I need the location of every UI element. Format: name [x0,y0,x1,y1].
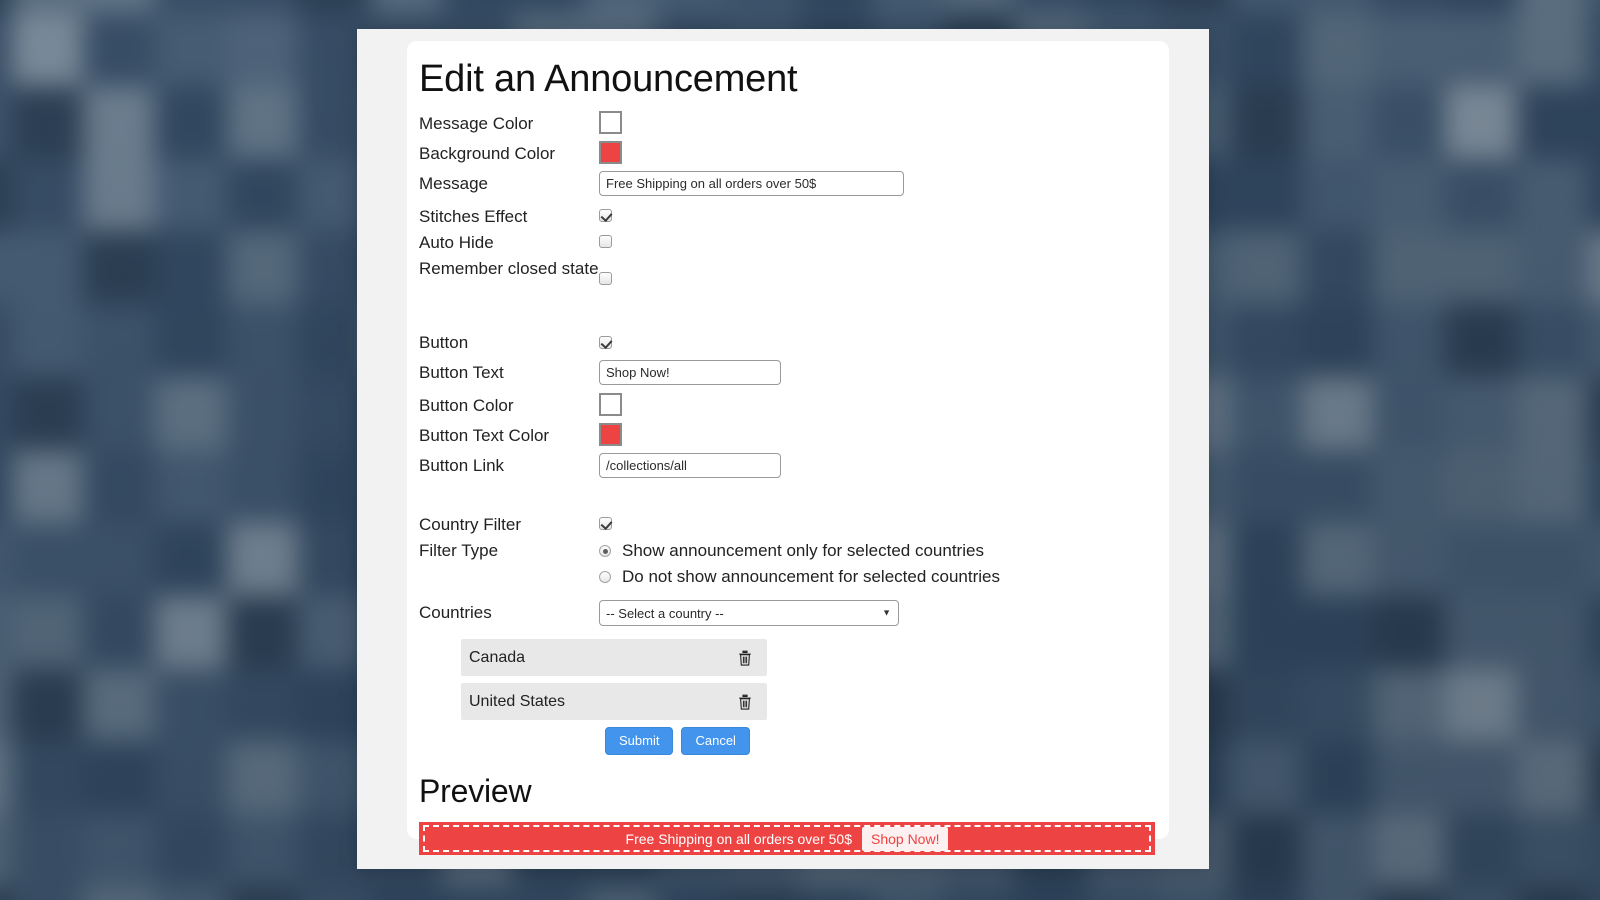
country-name: Canada [469,649,737,667]
field-row-message: Message [419,171,1167,204]
label-message-color: Message Color [419,111,599,136]
field-row-button-text: Button Text [419,360,1167,393]
button-color-swatch[interactable] [599,393,622,416]
preview-shop-now-button[interactable]: Shop Now! [862,827,948,851]
label-button-text: Button Text [419,360,599,385]
country-filter-checkbox[interactable] [599,517,612,530]
country-select[interactable]: -- Select a country -- ▼ [599,600,899,626]
field-row-button-text-color: Button Text Color [419,423,1167,453]
label-remember-closed-state: Remember closed state [419,256,599,281]
filter-type-radio-include[interactable] [599,545,611,557]
label-button-color: Button Color [419,393,599,418]
trash-icon[interactable] [737,649,753,667]
announcement-edit-card: Edit an Announcement Message Color Backg… [407,41,1169,839]
form-action-buttons: Submit Cancel [605,727,1167,755]
field-row-auto-hide: Auto Hide [419,230,1167,256]
label-countries: Countries [419,600,599,625]
button-enabled-checkbox[interactable] [599,336,612,349]
announcement-form: Message Color Background Color Message S… [419,111,1167,855]
label-stitches-effect: Stitches Effect [419,204,599,229]
label-button-text-color: Button Text Color [419,423,599,448]
filter-type-label-include: Show announcement only for selected coun… [622,540,984,562]
button-text-input[interactable] [599,360,781,385]
field-row-button-link: Button Link [419,453,1167,486]
field-row-stitches-effect: Stitches Effect [419,204,1167,230]
auto-hide-checkbox[interactable] [599,235,612,248]
cancel-button[interactable]: Cancel [681,727,749,755]
spacer-before-countries [419,590,1167,600]
button-link-input[interactable] [599,453,781,478]
preview-message: Free Shipping on all orders over 50$ [626,831,852,847]
submit-button[interactable]: Submit [605,727,673,755]
filter-type-option-include[interactable]: Show announcement only for selected coun… [599,538,984,564]
label-auto-hide: Auto Hide [419,230,599,255]
field-row-background-color: Background Color [419,141,1167,171]
field-row-country-filter: Country Filter [419,512,1167,538]
trash-icon[interactable] [737,693,753,711]
button-text-color-swatch[interactable] [599,423,622,446]
filter-type-radio-exclude[interactable] [599,571,611,583]
field-row-filter-type: Filter Type Show announcement only for s… [419,538,1167,590]
label-filter-type: Filter Type [419,538,599,563]
field-row-button: Button [419,330,1167,360]
label-background-color: Background Color [419,141,599,166]
field-row-remember-closed-state: Remember closed state [419,256,1167,304]
section-divider-country [419,486,1167,512]
selected-countries-list: Canada United States [461,639,767,720]
chevron-down-icon: ▼ [882,609,891,618]
preview-heading: Preview [419,773,1167,810]
label-message: Message [419,171,599,196]
list-item[interactable]: Canada [461,639,767,676]
country-select-value: -- Select a country -- [606,606,724,621]
field-row-message-color: Message Color [419,111,1167,141]
label-button: Button [419,330,599,355]
background-color-swatch[interactable] [599,141,622,164]
field-row-countries: Countries -- Select a country -- ▼ [419,600,1167,630]
filter-type-option-exclude[interactable]: Do not show announcement for selected co… [599,564,1000,590]
page-title: Edit an Announcement [419,58,797,101]
field-row-button-color: Button Color [419,393,1167,423]
country-name: United States [469,693,737,711]
label-button-link: Button Link [419,453,599,478]
list-item[interactable]: United States [461,683,767,720]
label-country-filter: Country Filter [419,512,599,537]
filter-type-label-exclude: Do not show announcement for selected co… [622,566,1000,588]
message-input[interactable] [599,171,904,196]
message-color-swatch[interactable] [599,111,622,134]
remember-closed-state-checkbox[interactable] [599,272,612,285]
section-divider-button [419,304,1167,330]
announcement-preview-bar: Free Shipping on all orders over 50$ Sho… [419,822,1155,855]
stitches-effect-checkbox[interactable] [599,209,612,222]
